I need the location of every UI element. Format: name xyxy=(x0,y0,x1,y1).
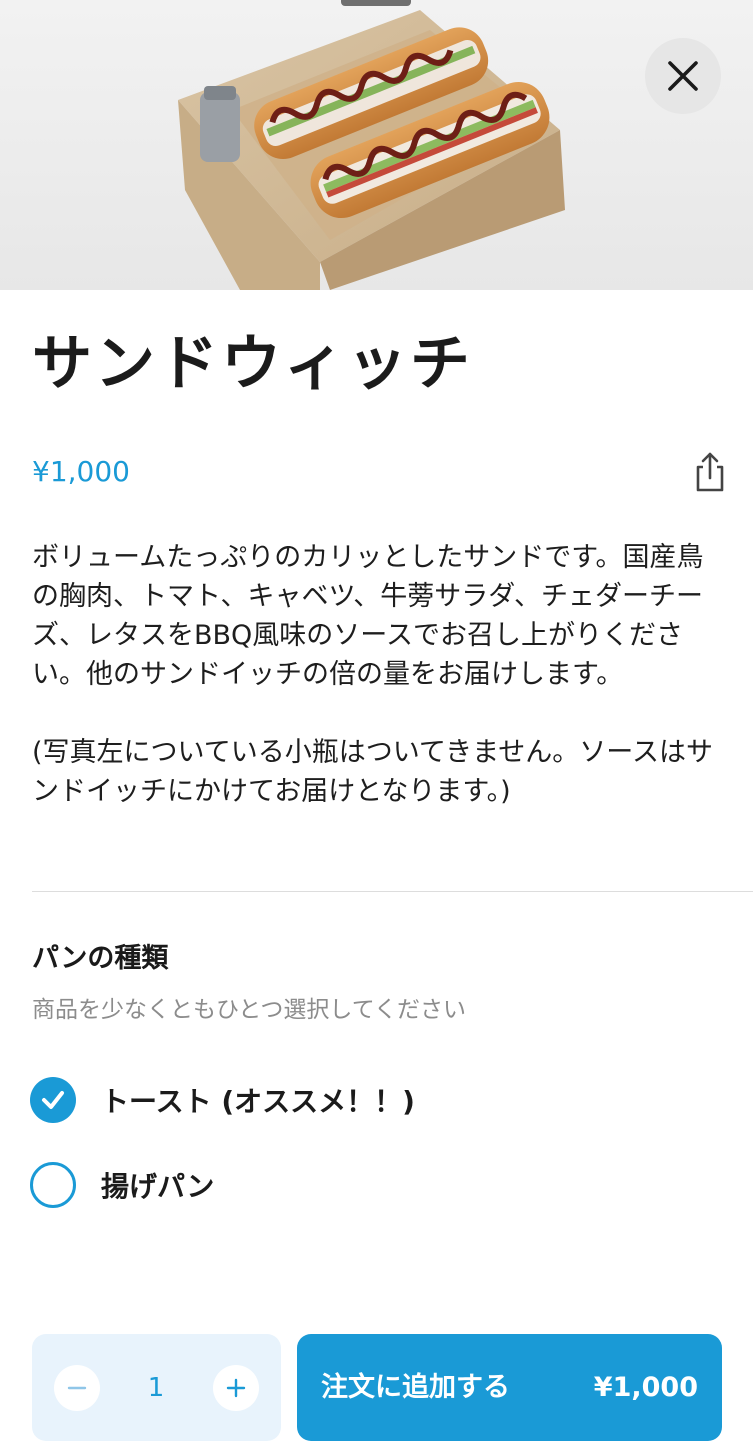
share-icon xyxy=(696,452,724,492)
option-toast[interactable]: トースト (オススメ！！) xyxy=(30,1074,720,1126)
sandwich-photo xyxy=(0,0,753,290)
section-divider xyxy=(32,891,753,892)
product-description: ボリュームたっぷりのカリッとしたサンドです。国産鳥の胸肉、トマト、キャベツ、牛蒡… xyxy=(32,542,713,807)
option-group-subtitle: 商品を少なくともひとつ選択してください xyxy=(32,997,467,1023)
product-title: サンドウィッチ xyxy=(32,329,473,399)
plus-icon xyxy=(226,1378,246,1398)
quantity-stepper: 1 xyxy=(32,1334,281,1441)
share-button[interactable] xyxy=(690,450,730,494)
increment-button[interactable] xyxy=(213,1365,259,1411)
drag-handle[interactable] xyxy=(341,0,411,6)
decrement-button[interactable] xyxy=(54,1365,100,1411)
close-button[interactable] xyxy=(645,38,721,114)
add-to-order-button[interactable]: 注文に追加する ¥1,000 xyxy=(297,1334,722,1441)
option-group-title: パンの種類 xyxy=(32,943,169,974)
add-to-order-label: 注文に追加する xyxy=(321,1372,510,1403)
check-icon xyxy=(42,1091,64,1109)
checkbox-unchecked[interactable] xyxy=(30,1162,76,1208)
option-fried-bread[interactable]: 揚げパン xyxy=(30,1159,720,1211)
option-label: トースト (オススメ！！) xyxy=(101,1085,415,1118)
checkbox-checked[interactable] xyxy=(30,1077,76,1123)
product-price: ¥1,000 xyxy=(32,455,130,488)
close-icon xyxy=(668,61,698,91)
product-image xyxy=(0,0,753,290)
add-to-order-price: ¥1,000 xyxy=(593,1372,698,1403)
option-label: 揚げパン xyxy=(101,1170,215,1203)
minus-icon xyxy=(67,1386,87,1390)
quantity-value: 1 xyxy=(147,1373,165,1403)
